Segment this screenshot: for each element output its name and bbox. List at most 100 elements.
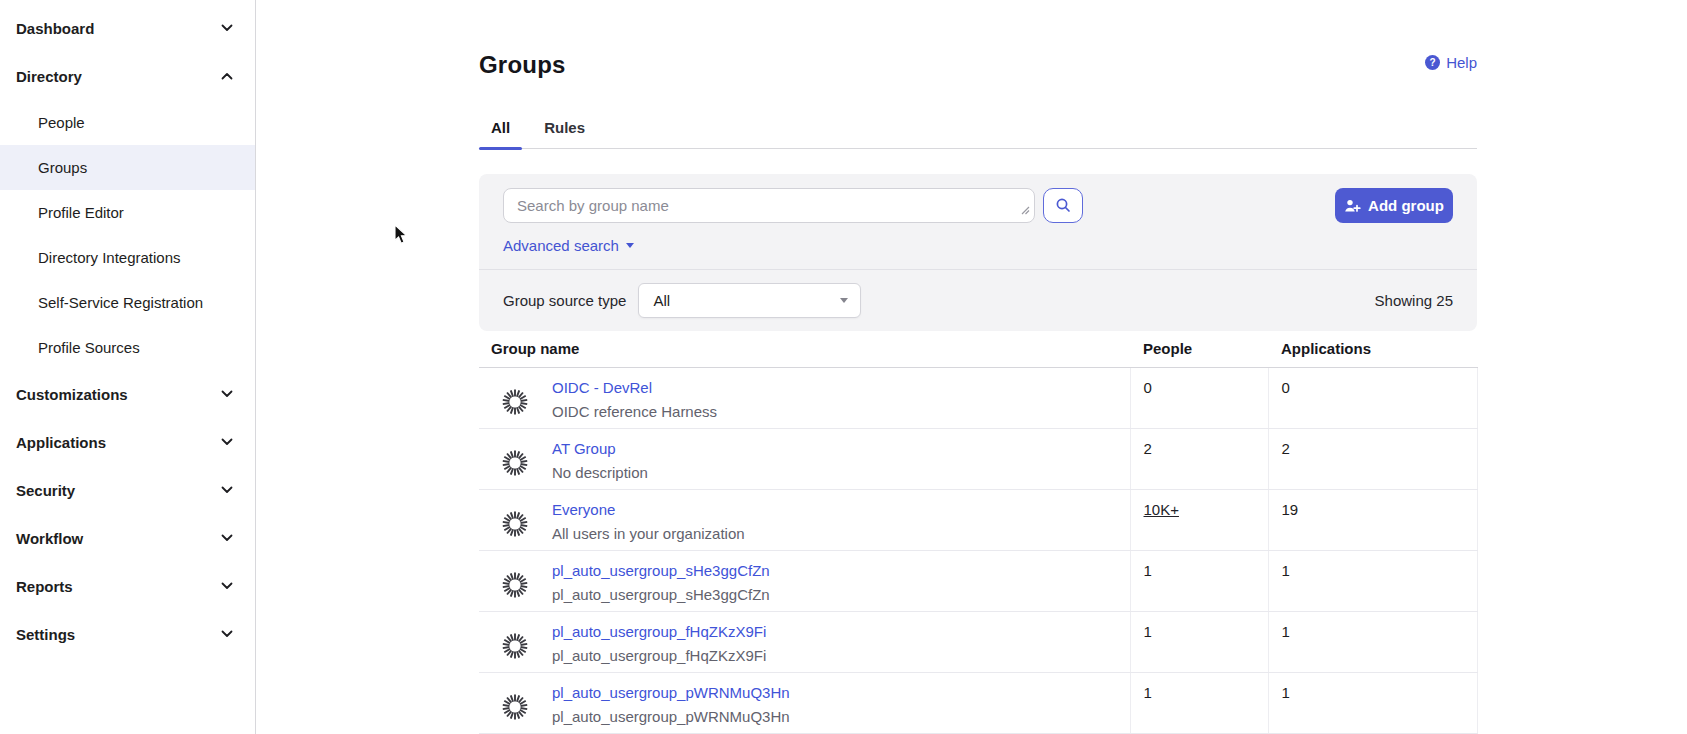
tab-rules[interactable]: Rules [532,107,597,148]
table-row: AT Group No description 22 [479,428,1477,489]
table-row: pl_auto_usergroup_sHe3ggCfZn pl_auto_user… [479,550,1477,611]
applications-count: 0 [1268,367,1477,428]
select-value: All [653,292,670,309]
sidebar-item-label: Workflow [16,530,83,547]
sidebar-item-label: Security [16,482,75,499]
page-title: Groups [479,52,566,78]
group-source-type-select[interactable]: All [638,283,861,318]
group-icon [502,511,528,537]
sidebar-item-workflow[interactable]: Workflow [0,514,255,562]
table-row: Everyone All users in your organization 10… [479,489,1477,550]
help-link[interactable]: ? Help [1425,54,1477,71]
sidebar-item-directory-integrations[interactable]: Directory Integrations [0,235,255,280]
table-row: OIDC - DevRel OIDC reference Harness 00 [479,367,1477,428]
sidebar-item-label: Profile Editor [38,204,124,221]
sidebar-item-label: Settings [16,626,75,643]
column-header-group-name: Group name [479,331,1130,367]
groups-table-body: OIDC - DevRelOIDC reference Harness00AT … [479,367,1477,733]
group-description: All users in your organization [552,524,745,544]
group-name-link[interactable]: pl_auto_usergroup_pWRNMuQ3Hn [552,683,790,703]
group-description: pl_auto_usergroup_pWRNMuQ3Hn [552,707,790,727]
sidebar-item-label: Dashboard [16,20,94,37]
applications-count: 19 [1268,489,1477,550]
group-description: pl_auto_usergroup_fHqZKzX9Fi [552,646,766,666]
people-count: 2 [1130,428,1268,489]
group-name-link[interactable]: pl_auto_usergroup_sHe3ggCfZn [552,561,770,581]
group-icon [502,572,528,598]
sidebar-item-label: Directory Integrations [38,249,181,266]
people-count[interactable]: 10K+ [1130,489,1268,550]
search-input[interactable]: Search by group name [503,188,1035,223]
resize-grip-icon[interactable] [1020,201,1030,219]
sidebar-item-label: People [38,114,85,131]
tab-bar: All Rules [479,107,1477,149]
caret-down-icon [626,243,634,248]
groups-table: Group name People Applications OIDC - De… [479,331,1478,734]
column-header-applications: Applications [1268,331,1477,367]
advanced-search-label: Advanced search [503,238,619,253]
sidebar-item-groups[interactable]: Groups [0,145,255,190]
sidebar-item-settings[interactable]: Settings [0,610,255,658]
advanced-search-link[interactable]: Advanced search [503,238,634,253]
group-source-type-label: Group source type [503,292,626,309]
app-root: Dashboard Directory People Groups Profil… [0,0,1687,734]
add-group-button[interactable]: Add group [1335,188,1453,223]
add-group-label: Add group [1368,197,1444,214]
chevron-down-icon [221,24,233,32]
chevron-down-icon [221,438,233,446]
sidebar-item-self-service-registration[interactable]: Self-Service Registration [0,280,255,325]
tab-all[interactable]: All [479,107,522,148]
search-icon [1055,197,1072,214]
sidebar-item-label: Groups [38,159,87,176]
help-icon: ? [1425,55,1440,70]
people-count: 0 [1130,367,1268,428]
chevron-down-icon [221,486,233,494]
group-description: OIDC reference Harness [552,402,717,422]
sidebar-item-reports[interactable]: Reports [0,562,255,610]
add-person-icon [1344,198,1361,214]
sidebar-item-label: Applications [16,434,106,451]
chevron-up-icon [221,72,233,80]
people-count: 1 [1130,611,1268,672]
chevron-down-icon [221,582,233,590]
sidebar-item-label: Self-Service Registration [38,294,203,311]
column-header-people: People [1130,331,1268,367]
search-placeholder: Search by group name [517,197,669,214]
group-icon [502,450,528,476]
group-name-link[interactable]: pl_auto_usergroup_fHqZKzX9Fi [552,622,766,642]
main-area: Groups ? Help All Rules Search by group … [256,0,1687,734]
people-count: 1 [1130,672,1268,733]
chevron-down-icon [221,390,233,398]
sidebar-item-label: Directory [16,68,82,85]
chevron-down-icon [221,630,233,638]
applications-count: 1 [1268,672,1477,733]
group-description: No description [552,463,648,483]
caret-down-icon [840,298,848,303]
sidebar: Dashboard Directory People Groups Profil… [0,0,256,734]
group-icon [502,694,528,720]
group-name-link[interactable]: OIDC - DevRel [552,378,717,398]
search-button[interactable] [1043,188,1083,223]
sidebar-item-profile-editor[interactable]: Profile Editor [0,190,255,235]
sidebar-item-label: Customizations [16,386,128,403]
sidebar-item-dashboard[interactable]: Dashboard [0,4,255,52]
sidebar-item-security[interactable]: Security [0,466,255,514]
filter-panel: Search by group name Add group Advanced … [479,174,1477,331]
sidebar-item-directory[interactable]: Directory [0,52,255,100]
sidebar-item-applications[interactable]: Applications [0,418,255,466]
sidebar-item-people[interactable]: People [0,100,255,145]
sidebar-item-profile-sources[interactable]: Profile Sources [0,325,255,370]
sidebar-item-label: Profile Sources [38,339,140,356]
chevron-down-icon [221,534,233,542]
group-name-link[interactable]: Everyone [552,500,745,520]
group-name-link[interactable]: AT Group [552,439,648,459]
sidebar-item-label: Reports [16,578,73,595]
help-label: Help [1446,54,1477,71]
table-row: pl_auto_usergroup_pWRNMuQ3Hn pl_auto_user… [479,672,1477,733]
group-icon [502,389,528,415]
sidebar-item-customizations[interactable]: Customizations [0,370,255,418]
table-row: pl_auto_usergroup_fHqZKzX9Fi pl_auto_user… [479,611,1477,672]
applications-count: 2 [1268,428,1477,489]
group-description: pl_auto_usergroup_sHe3ggCfZn [552,585,770,605]
applications-count: 1 [1268,550,1477,611]
